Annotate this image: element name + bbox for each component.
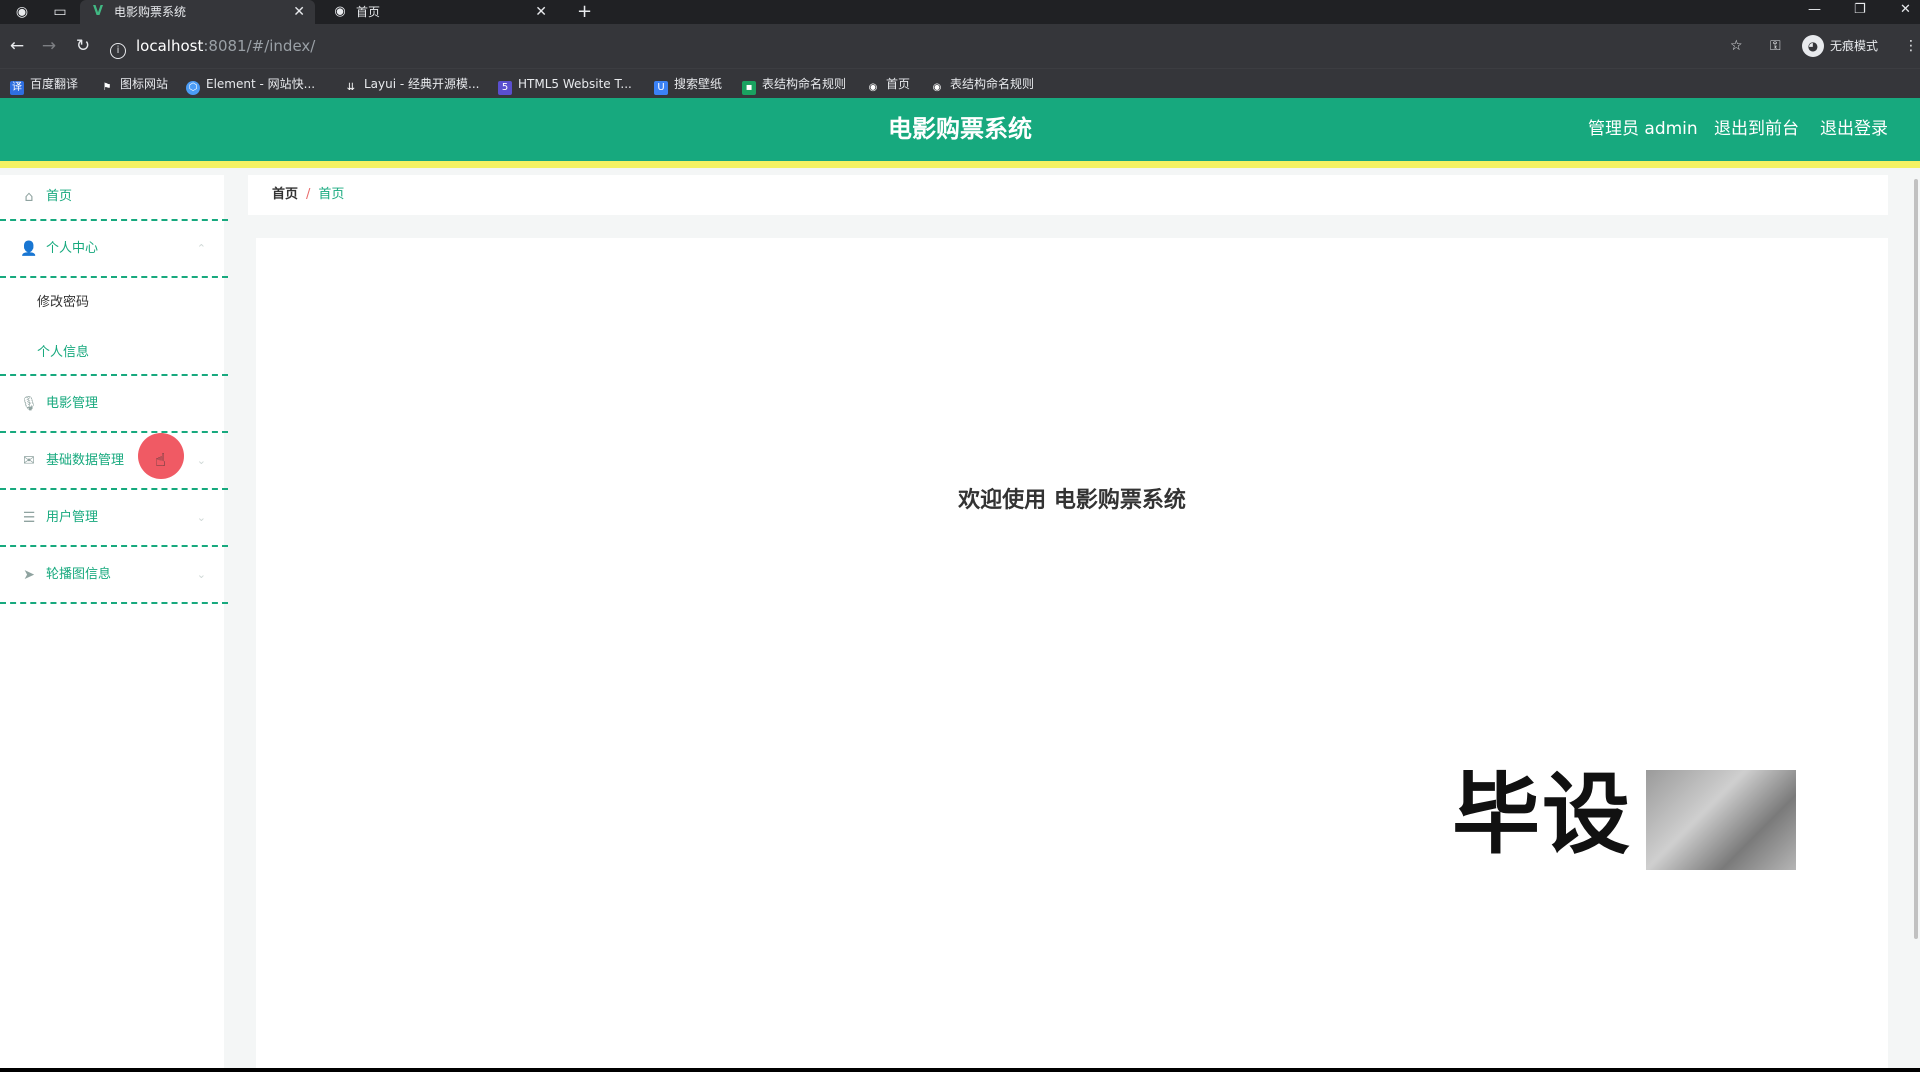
sidebar-item-label: 用户管理 [46, 509, 99, 525]
send-icon: ➤ [23, 566, 35, 583]
browser-tab-bar: ◉ ▭ V 电影购票系统 ✕ ◉ 首页 ✕ + — ❐ ✕ [0, 0, 1920, 24]
bookmark-item[interactable]: U 搜索壁纸 [654, 69, 722, 99]
address-bar[interactable]: i localhost:8081/#/index/ [110, 35, 1710, 59]
vue-favicon-icon: V [92, 4, 104, 19]
browser-logo-icon: ◉ [15, 4, 29, 20]
reload-icon[interactable]: ↻ [72, 35, 94, 57]
breadcrumb-current: 首页 [318, 187, 345, 202]
sidebar-item-movie-management[interactable]: 🎙 电影管理 [0, 376, 228, 433]
app-header: 电影购票系统 管理员 admin 退出到前台 退出登录 [0, 98, 1920, 168]
bookmark-item[interactable]: 译百度翻译 [10, 69, 78, 99]
hand-cursor-icon: ☝ [155, 450, 166, 471]
globe-icon: ◉ [932, 82, 942, 93]
admin-label: 管理员 admin [1588, 119, 1698, 139]
bookmark-item[interactable]: 5 HTML5 Website T... [498, 69, 632, 99]
web-page: 电影购票系统 管理员 admin 退出到前台 退出登录 ⌂ 首页 👤 个人中心 … [0, 98, 1920, 1068]
watermark-blur [1646, 770, 1796, 870]
globe-favicon-icon: ◉ [334, 4, 346, 19]
mic-icon: 🎙 [20, 395, 38, 412]
page-scrollbar[interactable] [1914, 179, 1918, 939]
site-info-icon[interactable]: i [110, 43, 126, 59]
new-tab-button[interactable]: + [577, 0, 592, 24]
list-icon: ☰ [22, 509, 36, 526]
breadcrumb: 首页 / 首页 [248, 175, 1888, 215]
wallpaper-icon: U [654, 81, 668, 95]
chevron-down-icon: ⌄ [196, 453, 206, 467]
chevron-down-icon: ⌄ [196, 567, 206, 581]
logout-link[interactable]: 退出登录 [1820, 98, 1888, 161]
sidebar-item-carousel[interactable]: ➤ 轮播图信息 ⌄ [0, 547, 228, 604]
chevron-up-icon: ⌃ [196, 241, 206, 255]
sidebar-item-label: 基础数据管理 [46, 452, 125, 468]
incognito-label[interactable]: 无痕模式 [1830, 37, 1878, 55]
sidebar-subitem-change-password[interactable]: 修改密码 [0, 278, 224, 328]
bookmark-item[interactable]: ⚑ 图标网站 [100, 69, 169, 99]
browser-toolbar: ← → ↻ i localhost:8081/#/index/ ☆ ⚿ [0, 24, 1920, 68]
bookmark-item[interactable]: ▪ 表结构命名规则 [742, 69, 846, 99]
browser-menu-icon[interactable]: ⋮ [1904, 35, 1918, 57]
home-icon: ⌂ [24, 189, 34, 205]
restore-icon[interactable]: ❐ [1854, 0, 1866, 20]
user-icon: 👤 [20, 240, 38, 257]
sidebar-subitem-label: 个人信息 [37, 345, 90, 360]
globe-icon: ◉ [868, 82, 878, 93]
sidebar-item-label: 电影管理 [46, 395, 99, 411]
tab-search-icon[interactable]: ▭ [51, 3, 69, 21]
watermark-text: 毕设 [1452, 763, 1633, 866]
tab-title: 首页 [356, 5, 381, 19]
sidebar-item-label: 轮播图信息 [46, 566, 112, 582]
incognito-avatar-icon[interactable]: ◕ [1802, 35, 1824, 57]
welcome-message: 欢迎使用 电影购票系统 [958, 488, 1186, 513]
sidebar-subitem-label: 修改密码 [37, 295, 90, 310]
sidebar-item-home[interactable]: ⌂ 首页 [0, 175, 228, 221]
translate-icon: 译 [10, 81, 24, 95]
bookmark-item[interactable]: ◉ 首页 [866, 69, 910, 99]
html5-icon: 5 [498, 81, 512, 95]
tab-close-icon[interactable]: ✕ [535, 0, 547, 24]
bookmark-item[interactable]: ⬡ Element - 网站快... [186, 69, 315, 99]
breadcrumb-root[interactable]: 首页 [272, 187, 298, 202]
url-host: localhost [136, 37, 204, 55]
sidebar-item-user-management[interactable]: ☰ 用户管理 ⌄ [0, 490, 228, 547]
sheet-icon: ▪ [742, 81, 756, 95]
bookmark-item[interactable]: ⇊ Layui - 经典开源模... [344, 69, 480, 99]
bookmark-star-icon[interactable]: ☆ [1730, 35, 1743, 57]
sidebar-item-label: 首页 [46, 189, 73, 204]
sidebar-item-label: 个人中心 [46, 240, 99, 256]
url-path: :8081/#/index/ [203, 37, 316, 55]
back-arrow-icon[interactable]: ← [6, 35, 28, 57]
breadcrumb-separator: / [306, 187, 311, 202]
back-to-front-link[interactable]: 退出到前台 [1714, 98, 1799, 161]
tab-close-icon[interactable]: ✕ [293, 0, 305, 24]
window-close-icon[interactable]: ✕ [1900, 0, 1911, 20]
tab-title: 电影购票系统 [114, 5, 187, 19]
minimize-icon[interactable]: — [1808, 0, 1821, 20]
bookmark-item[interactable]: ◉ 表结构命名规则 [930, 69, 1034, 99]
flag-icon: ⚑ [102, 82, 112, 93]
chevron-down-icon: ⌄ [196, 510, 206, 524]
sidebar-item-basic-data[interactable]: ✉ 基础数据管理 ⌄ [0, 433, 228, 490]
mail-icon: ✉ [23, 452, 35, 469]
bookmarks-bar: 译百度翻译 ⚑ 图标网站 ⬡ Element - 网站快... ⇊ Layui - 经… [0, 68, 1920, 98]
tab-home[interactable]: ◉ 首页 ✕ [322, 0, 557, 24]
tab-movie-system[interactable]: V 电影购票系统 ✕ [80, 0, 315, 24]
password-key-icon[interactable]: ⚿ [1770, 35, 1781, 57]
sidebar-subitem-personal-info[interactable]: 个人信息 [0, 328, 228, 376]
sidebar: ⌂ 首页 👤 个人中心 ⌃ 修改密码 个人信息 🎙 电影管理 ✉ 基础数据管理 … [0, 175, 228, 1068]
main-content: 欢迎使用 电影购票系统 [256, 238, 1888, 1068]
forward-arrow-icon[interactable]: → [38, 35, 60, 57]
element-icon: ⬡ [186, 81, 200, 95]
sidebar-item-personal-center[interactable]: 👤 个人中心 ⌃ [0, 221, 228, 278]
layui-icon: ⇊ [346, 82, 356, 93]
